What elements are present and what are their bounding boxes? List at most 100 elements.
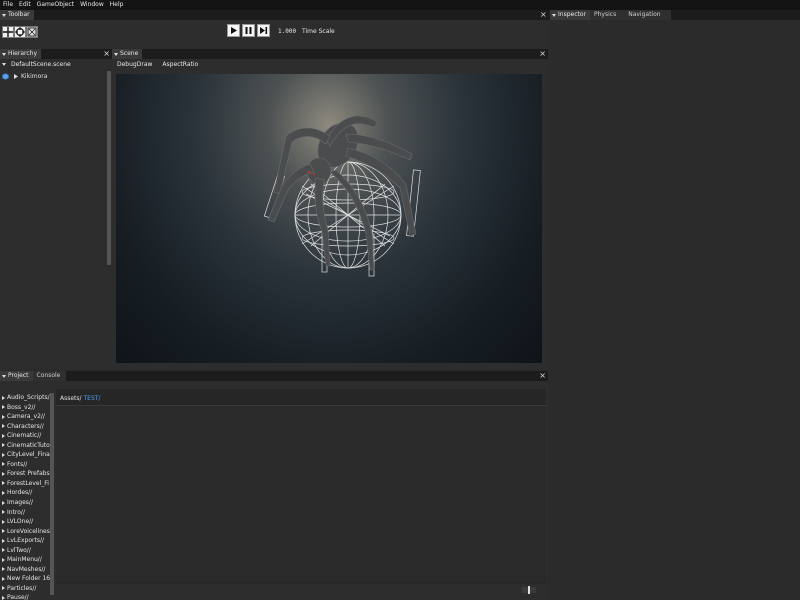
hierarchy-titlebar: Hierarchy × (0, 49, 112, 59)
expand-arrow-icon[interactable] (2, 595, 5, 600)
collapse-icon[interactable] (114, 52, 118, 56)
time-scale-input[interactable]: 1.000 (278, 28, 296, 35)
translate-gizmo-button[interactable] (2, 26, 14, 38)
expand-arrow-icon[interactable] (2, 586, 5, 591)
menu-file[interactable]: File (0, 0, 16, 10)
expand-arrow-icon[interactable] (2, 510, 5, 515)
folder-item[interactable]: Intro// (0, 508, 50, 518)
tab-toolbar[interactable]: Toolbar (0, 10, 34, 20)
folder-item[interactable]: Pause// (0, 593, 50, 600)
project-panel: Project Console × Audio_Scripts/Boss_v2/… (0, 371, 548, 600)
debugdraw-menu[interactable]: DebugDraw (112, 61, 157, 68)
hierarchy-node-row[interactable]: Kikimora (2, 73, 47, 80)
collapse-icon[interactable] (552, 13, 556, 17)
folder-item[interactable]: LVLOne// (0, 517, 50, 527)
step-button[interactable] (257, 24, 270, 37)
play-button[interactable] (227, 24, 240, 37)
close-icon[interactable]: × (103, 49, 110, 59)
folder-item[interactable]: Forest Prefabs (0, 469, 50, 479)
tab-navigation[interactable]: Navigation (624, 10, 671, 20)
menu-window[interactable]: Window (77, 0, 107, 10)
folder-list-scrollbar[interactable] (50, 393, 54, 595)
zoom-slider-handle[interactable] (528, 586, 530, 594)
expand-arrow-icon[interactable] (2, 471, 5, 476)
tab-inspector[interactable]: Inspector (550, 10, 590, 20)
asset-browser: Assets/ TEST/ (56, 389, 546, 596)
tab-physics[interactable]: Physics (590, 10, 625, 20)
expand-arrow-icon[interactable] (2, 519, 5, 524)
folder-item[interactable]: New Folder 16/ (0, 574, 50, 584)
expand-arrow-icon[interactable] (2, 567, 5, 572)
expand-arrow-icon[interactable] (2, 538, 5, 543)
collapse-icon[interactable] (2, 52, 6, 56)
zoom-slider[interactable] (522, 586, 536, 594)
folder-item[interactable]: MainMenu// (0, 555, 50, 565)
scene-viewport[interactable] (116, 74, 542, 363)
breadcrumb-root[interactable]: Assets/ (60, 395, 82, 402)
folder-label: LvlTwo// (7, 546, 31, 554)
expand-icon[interactable] (2, 63, 6, 66)
expand-arrow-icon[interactable] (2, 576, 5, 581)
rotate-gizmo-button[interactable] (14, 26, 26, 38)
scene-root-row[interactable]: DefaultScene.scene (2, 61, 71, 68)
close-icon[interactable]: × (539, 49, 546, 59)
collapse-icon[interactable] (2, 374, 6, 378)
folder-item[interactable]: Images// (0, 498, 50, 508)
tab-project[interactable]: Project (0, 371, 33, 381)
scale-gizmo-button[interactable] (26, 26, 38, 38)
hierarchy-scrollbar[interactable] (107, 71, 111, 265)
expand-arrow-icon[interactable] (2, 424, 5, 429)
asset-size-bar (56, 584, 546, 596)
menu-edit[interactable]: Edit (16, 0, 34, 10)
folder-label: Audio_Scripts/ (7, 394, 50, 401)
tab-scene[interactable]: Scene (112, 49, 143, 59)
close-icon[interactable]: × (540, 10, 547, 20)
collapse-icon[interactable] (2, 13, 6, 17)
folder-label: LVLOne// (7, 518, 34, 526)
expand-arrow-icon[interactable] (2, 529, 5, 534)
menu-gameobject[interactable]: GameObject (34, 0, 77, 10)
folder-item[interactable]: ForestLevel_Fi (0, 479, 50, 489)
tab-scene-label: Scene (120, 50, 139, 57)
folder-label: LvLExports// (7, 537, 45, 545)
folder-item[interactable]: CityLevel_Fina (0, 450, 50, 460)
pause-button[interactable] (242, 24, 255, 37)
folder-item[interactable]: LvLExports// (0, 536, 50, 546)
expand-arrow-icon[interactable] (2, 462, 5, 467)
expand-arrow-icon[interactable] (2, 548, 5, 553)
expand-arrow-icon[interactable] (2, 414, 5, 419)
expand-arrow-icon[interactable] (2, 405, 5, 410)
folder-item[interactable]: Hordes// (0, 488, 50, 498)
folder-item[interactable]: Fonts// (0, 460, 50, 470)
expand-arrow-icon[interactable] (2, 395, 5, 400)
expand-arrow-icon[interactable] (2, 490, 5, 495)
expand-arrow-icon[interactable] (2, 452, 5, 457)
folder-item[interactable]: NavMeshes// (0, 565, 50, 575)
folder-item[interactable]: Characters// (0, 422, 50, 432)
folder-item[interactable]: LoreVoicelines (0, 527, 50, 537)
folder-item[interactable]: Audio_Scripts/ (0, 393, 50, 403)
menu-help[interactable]: Help (107, 0, 127, 10)
folder-item[interactable]: LvlTwo// (0, 546, 50, 556)
folder-label: Hordes// (7, 489, 33, 497)
asset-grid[interactable] (56, 405, 546, 582)
expand-arrow-icon[interactable] (2, 500, 5, 505)
folder-item[interactable]: Particles// (0, 584, 50, 594)
pause-icon (245, 27, 252, 34)
expand-arrow-icon[interactable] (2, 433, 5, 438)
tab-hierarchy[interactable]: Hierarchy (0, 49, 42, 59)
folder-item[interactable]: Boss_v2// (0, 403, 50, 413)
aspectratio-menu[interactable]: AspectRatio (157, 61, 203, 68)
folder-item[interactable]: CinematicTutor (0, 441, 50, 451)
close-icon[interactable]: × (539, 371, 546, 381)
expand-arrow-icon[interactable] (2, 557, 5, 562)
expand-arrow-icon[interactable] (14, 74, 18, 79)
breadcrumb-current[interactable]: TEST/ (83, 395, 100, 402)
tab-toolbar-label: Toolbar (8, 11, 30, 18)
expand-arrow-icon[interactable] (2, 443, 5, 448)
tab-console[interactable]: Console (32, 371, 67, 381)
folder-item[interactable]: Cinematic// (0, 431, 50, 441)
folder-item[interactable]: Camera_v2// (0, 412, 50, 422)
folder-label: New Folder 16/ (7, 575, 50, 583)
expand-arrow-icon[interactable] (2, 481, 5, 486)
